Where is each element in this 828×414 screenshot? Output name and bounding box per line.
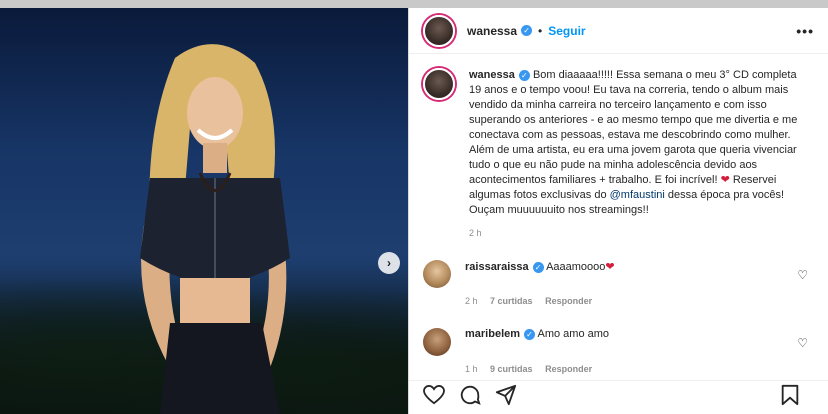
- caption-body: Bom diaaaaa!!!!! Essa semana o meu 3° CD…: [469, 69, 798, 186]
- post-modal: › wanessa ✓ • Seguir ••• wanessa ✓ Bom di…: [0, 8, 828, 414]
- mention-link[interactable]: @mfaustini: [610, 189, 665, 201]
- next-photo-button[interactable]: ›: [378, 252, 400, 274]
- separator-dot: •: [538, 23, 543, 38]
- reply-button[interactable]: Responder: [545, 296, 592, 306]
- comment-time: 2 h: [465, 296, 478, 306]
- like-comment-heart-icon[interactable]: ♡: [797, 336, 808, 350]
- comment-item: raissaraissa ✓ Aaaamoooo❤ ♡: [423, 260, 814, 288]
- post-side-panel: wanessa ✓ • Seguir ••• wanessa ✓ Bom diaa…: [408, 8, 828, 414]
- comment-time: 1 h: [465, 364, 478, 374]
- comment-likes[interactable]: 9 curtidas: [490, 364, 533, 374]
- photo-subject: [140, 44, 290, 414]
- caption-avatar[interactable]: [423, 68, 455, 100]
- post-header: wanessa ✓ • Seguir •••: [409, 8, 828, 54]
- comment-body: Amo amo amo: [537, 328, 610, 340]
- post-actions-bar: [409, 380, 828, 414]
- red-heart-emoji-icon: ❤: [605, 261, 615, 273]
- verified-icon: ✓: [524, 328, 536, 340]
- comment-icon[interactable]: [459, 384, 481, 411]
- browser-top-strip: [0, 0, 828, 8]
- caption-row: wanessa ✓ Bom diaaaaa!!!!! Essa semana o …: [423, 68, 814, 218]
- comment-likes[interactable]: 7 curtidas: [490, 296, 533, 306]
- verified-icon: ✓: [521, 25, 533, 36]
- comment-item: maribelem ✓ Amo amo amo ♡: [423, 328, 814, 356]
- comment-meta: 2 h 7 curtidas Responder: [465, 296, 814, 306]
- like-comment-heart-icon[interactable]: ♡: [797, 268, 808, 282]
- comment-body: Aaaamoooo: [546, 261, 606, 273]
- comment-username[interactable]: maribelem: [465, 328, 520, 340]
- commenter-avatar[interactable]: [423, 328, 451, 356]
- comment-text: maribelem ✓ Amo amo amo: [465, 328, 609, 356]
- commenter-avatar[interactable]: [423, 260, 451, 288]
- post-photo: ›: [0, 8, 408, 414]
- next-arrow-icon: ›: [387, 256, 391, 270]
- red-heart-emoji-icon: ❤: [720, 174, 730, 186]
- comments-area: wanessa ✓ Bom diaaaaa!!!!! Essa semana o …: [409, 54, 828, 374]
- author-avatar[interactable]: [423, 14, 455, 47]
- verified-icon: ✓: [518, 69, 530, 81]
- reply-button[interactable]: Responder: [545, 364, 592, 374]
- save-icon[interactable]: [780, 384, 800, 411]
- share-icon[interactable]: [495, 384, 517, 411]
- caption-username[interactable]: wanessa: [469, 69, 515, 81]
- caption-text: wanessa ✓ Bom diaaaaa!!!!! Essa semana o …: [469, 68, 809, 218]
- comment-text: raissaraissa ✓ Aaaamoooo❤: [465, 260, 615, 288]
- comment-username[interactable]: raissaraissa: [465, 261, 529, 273]
- verified-icon: ✓: [532, 261, 544, 273]
- heart-icon[interactable]: [423, 384, 445, 410]
- caption-time: 2 h: [469, 228, 482, 238]
- more-options-icon[interactable]: •••: [796, 23, 814, 39]
- comment-meta: 1 h 9 curtidas Responder: [465, 364, 814, 374]
- follow-button[interactable]: Seguir: [548, 24, 585, 38]
- author-username[interactable]: wanessa: [467, 24, 517, 38]
